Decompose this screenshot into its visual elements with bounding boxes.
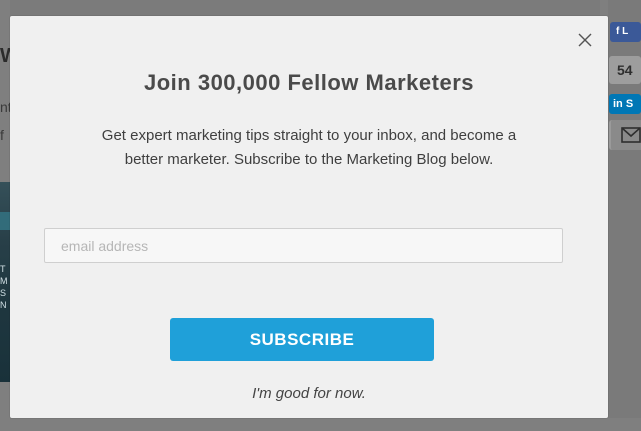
close-button[interactable]	[574, 29, 596, 51]
mail-icon	[621, 127, 641, 143]
background-text-fragment: nt	[0, 99, 10, 115]
modal-title: Join 300,000 Fellow Marketers	[144, 70, 474, 95]
background-image-text: M	[0, 276, 8, 286]
email-share-button[interactable]	[609, 120, 641, 150]
modal-description: Get expert marketing tips straight to yo…	[101, 127, 517, 168]
background-image-tile	[0, 212, 10, 230]
background-text-fragment: f	[0, 127, 4, 143]
background-image-text: T	[0, 264, 6, 274]
share-count: 54	[609, 56, 641, 84]
close-icon	[578, 33, 592, 47]
background-image: T M S N	[0, 182, 10, 382]
page: W nt f T M S N f L 54 in S Join 300,000 …	[0, 0, 641, 431]
background-image-text: N	[0, 300, 7, 310]
dismiss-link[interactable]: I'm good for now.	[10, 385, 608, 402]
background-top-bar	[0, 0, 600, 16]
linkedin-share-button[interactable]: in S	[609, 94, 641, 114]
email-field[interactable]	[44, 228, 563, 263]
subscribe-modal: Join 300,000 Fellow Marketers Get expert…	[10, 16, 608, 418]
background-bottom-bar	[0, 418, 641, 431]
facebook-share-button[interactable]: f L	[610, 22, 641, 42]
background-heading-fragment: W	[0, 45, 10, 67]
subscribe-button[interactable]: SUBSCRIBE	[170, 318, 434, 361]
background-image-text: S	[0, 288, 7, 298]
